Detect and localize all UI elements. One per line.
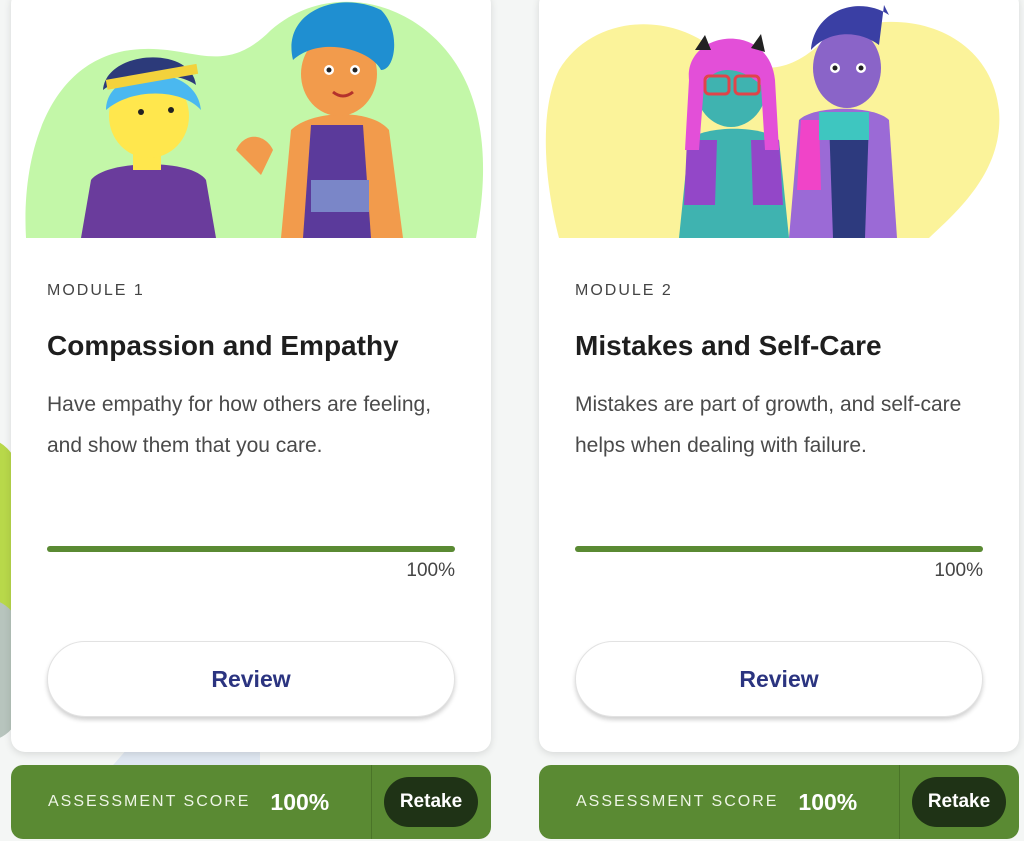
review-button[interactable]: Review bbox=[575, 641, 983, 717]
assessment-score-value: 100% bbox=[270, 788, 330, 815]
assessment-score-bar: ASSESSMENT SCORE 100% Retake bbox=[11, 765, 491, 839]
module-label: MODULE 1 bbox=[47, 282, 145, 299]
progress-bar bbox=[575, 546, 983, 552]
retake-button[interactable]: Retake bbox=[912, 777, 1006, 827]
module-illustration bbox=[11, 0, 491, 238]
module-label: MODULE 2 bbox=[575, 282, 673, 299]
progress-bar bbox=[47, 546, 455, 552]
module-title: Mistakes and Self-Care bbox=[575, 330, 882, 361]
retake-button[interactable]: Retake bbox=[384, 777, 478, 827]
module-description: Mistakes are part of growth, and self-ca… bbox=[575, 393, 962, 457]
divider bbox=[371, 765, 372, 839]
module-description: Have empathy for how others are feeling,… bbox=[47, 393, 432, 457]
assessment-score-label: ASSESSMENT SCORE bbox=[48, 793, 251, 810]
assessment-score-bar: ASSESSMENT SCORE 100% Retake bbox=[539, 765, 1019, 839]
module-title: Compassion and Empathy bbox=[47, 330, 399, 361]
review-button[interactable]: Review bbox=[47, 641, 455, 717]
module-card: MODULE 2 Mistakes and Self-Care Mistakes… bbox=[539, 0, 1019, 752]
progress-fill bbox=[47, 546, 455, 552]
module-card: MODULE 1 Compassion and Empathy Have emp… bbox=[11, 0, 491, 752]
progress-percent: 100% bbox=[934, 560, 983, 581]
divider bbox=[899, 765, 900, 839]
module-illustration bbox=[539, 0, 1019, 238]
assessment-score-value: 100% bbox=[798, 788, 858, 815]
assessment-score-label: ASSESSMENT SCORE bbox=[576, 793, 779, 810]
progress-percent: 100% bbox=[406, 560, 455, 581]
progress-fill bbox=[575, 546, 983, 552]
